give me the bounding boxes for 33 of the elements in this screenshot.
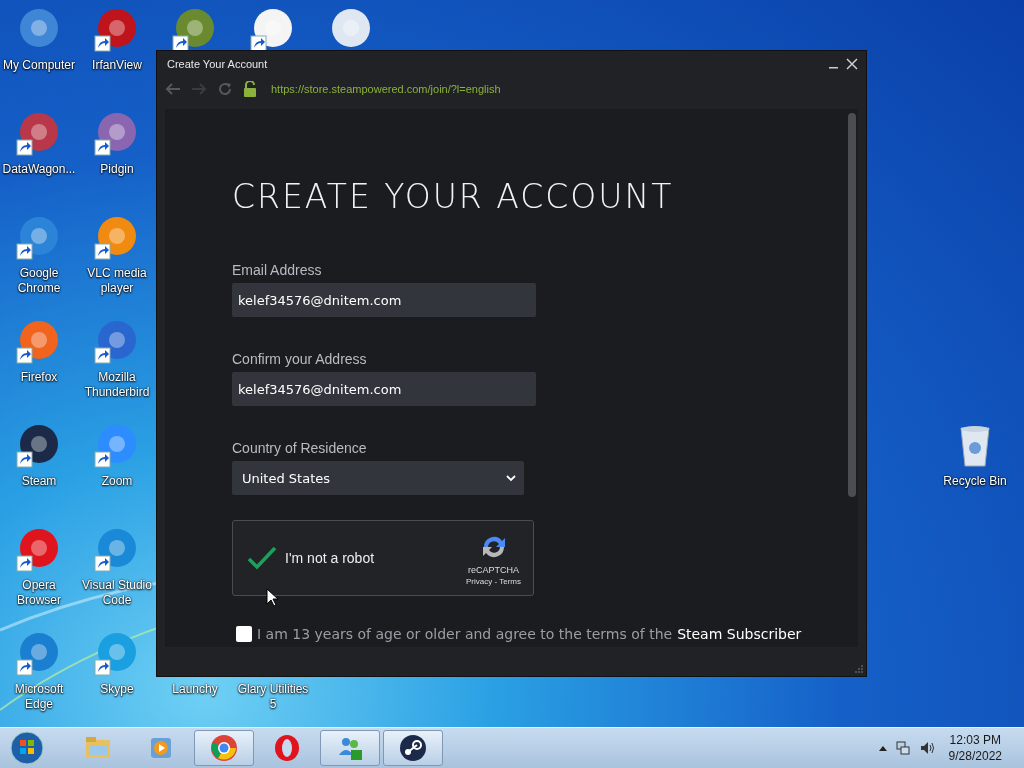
field-label: Country of Residence	[232, 440, 368, 456]
icon-label: Google Chrome	[16, 266, 62, 296]
clock-date: 9/28/2022	[948, 748, 1002, 764]
page-heading: CREATE YOUR ACCOUNT	[232, 177, 675, 216]
agree-text: I am 13 years of age or older and agree to the terms of the	[257, 626, 673, 642]
icon-label: Opera Browser	[16, 578, 62, 608]
icon-label: IrfanView	[91, 58, 143, 73]
icon-label: Visual Studio Code	[81, 578, 153, 608]
icon-label: My Computer	[2, 58, 76, 73]
privacy-terms-link[interactable]: Privacy - Terms	[466, 576, 521, 586]
icon-label: Glary Utilities 5	[236, 682, 310, 712]
icon-label: Firefox	[19, 370, 59, 385]
icon-label: Skype	[99, 682, 135, 697]
email-field[interactable]: kelef34576@dnitem.com	[232, 372, 536, 406]
email-field[interactable]: kelef34576@dnitem.com	[232, 283, 536, 317]
clock-time: 12:03 PM	[949, 732, 1001, 748]
icon-label: Launchy	[171, 682, 219, 697]
icon-label: Zoom	[100, 474, 134, 489]
icon-label: DataWagon...	[1, 162, 77, 177]
field-label: Email Address	[232, 262, 323, 278]
url-text[interactable]: https://store.steampowered.com/join/?l=english	[271, 83, 501, 95]
icon-label: Recycle Bin	[942, 474, 1008, 489]
field-label: Confirm your Address	[232, 351, 368, 367]
captcha-label: I'm not a robot	[285, 550, 376, 566]
subscriber-agreement-link[interactable]: Steam Subscriber	[677, 626, 802, 642]
icon-label: Pidgin	[99, 162, 135, 177]
icon-label: VLC media player	[86, 266, 148, 296]
recaptcha-brand: reCAPTCHA	[468, 564, 519, 575]
icon-label: Mozilla Thunderbird	[83, 370, 151, 400]
icon-label: Steam	[20, 474, 58, 489]
country-select[interactable]: United States	[232, 461, 524, 495]
icon-label: Microsoft Edge	[13, 682, 65, 712]
window-title: Create Your Account	[167, 58, 269, 70]
